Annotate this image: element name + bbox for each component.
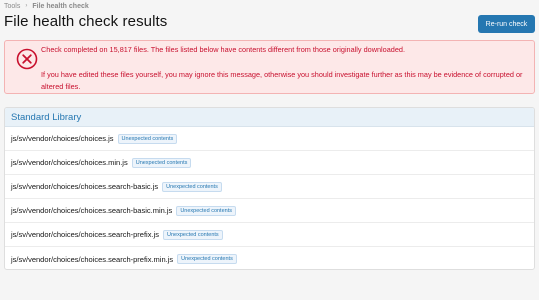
file-row: js/sv/vendor/choices/choices.search-basi… [5, 175, 534, 199]
file-row: js/sv/vendor/choices/choices.search-pref… [5, 247, 534, 269]
file-path: js/sv/vendor/choices/choices.search-pref… [11, 230, 159, 239]
file-path: js/sv/vendor/choices/choices.search-basi… [11, 182, 159, 191]
panel-title: Standard Library [5, 108, 534, 127]
standard-library-panel: Standard Library js/sv/vendor/choices/ch… [4, 107, 535, 270]
file-row: js/sv/vendor/choices/choices.search-pref… [5, 223, 534, 247]
file-row: js/sv/vendor/choices/choices.search-basi… [5, 199, 534, 223]
status-badge: Unexpected contents [131, 157, 192, 168]
chevron-right-icon: › [25, 3, 28, 9]
breadcrumb: Tools › File health check [4, 1, 89, 11]
breadcrumb-current[interactable]: File health check [32, 3, 88, 10]
status-badge: Unexpected contents [177, 254, 237, 264]
alert-summary-text: Check completed on 15,817 files. The fil… [41, 45, 405, 54]
breadcrumb-tools-link[interactable]: Tools [4, 3, 20, 10]
status-badge: Unexpected contents [162, 229, 223, 240]
file-path: js/sv/vendor/choices/choices.search-basi… [11, 206, 173, 215]
file-path: js/sv/vendor/choices/choices.search-pref… [11, 254, 174, 264]
file-row: js/sv/vendor/choices/choices.min.js Unex… [5, 151, 534, 175]
rerun-check-button[interactable]: Re-run check [478, 15, 535, 33]
page-title: File health check results [4, 13, 168, 30]
file-path: js/sv/vendor/choices/choices.min.js [11, 158, 128, 167]
status-badge: Unexpected contents [176, 205, 236, 216]
file-path: js/sv/vendor/choices/choices.js [11, 134, 114, 143]
alert-advice-text: If you have edited these files yourself,… [41, 70, 523, 91]
status-badge: Unexpected contents [162, 181, 222, 192]
error-alert: Check completed on 15,817 files. The fil… [4, 40, 535, 94]
status-badge: Unexpected contents [117, 133, 178, 144]
error-circle-x-icon [16, 48, 38, 70]
file-row: js/sv/vendor/choices/choices.js Unexpect… [5, 127, 534, 151]
